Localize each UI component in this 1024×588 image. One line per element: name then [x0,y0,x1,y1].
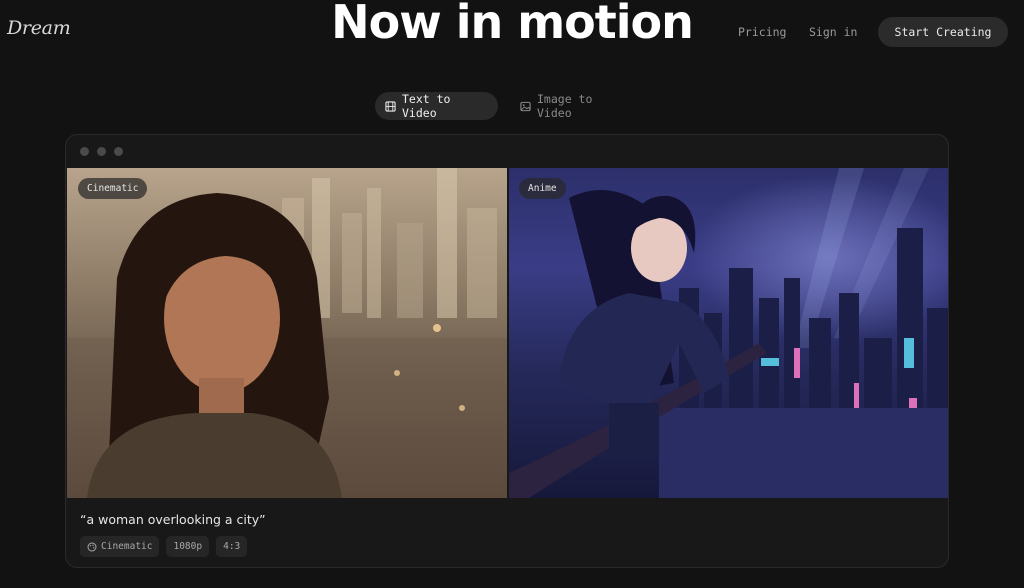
showcase-card: Cinematic Anime “a woman overlooking a c… [65,134,949,568]
image-icon [520,101,531,111]
window-dot [114,147,123,156]
style-tag: Cinematic [78,178,148,199]
hero-title: Now in motion [331,0,694,49]
chip-label: 1080p [173,541,203,552]
window-dot [80,147,89,156]
nav-pricing-link[interactable]: Pricing [738,25,786,39]
cinematic-scene-illustration [67,168,507,498]
window-dot [97,147,106,156]
chip-label: Cinematic [101,541,153,552]
tab-label: Image to Video [537,92,593,120]
nav-sign-in-link[interactable]: Sign in [809,25,857,39]
palette-icon [87,542,97,551]
settings-chips: Cinematic 1080p 4:3 [80,536,248,557]
prompt-text: “a woman overlooking a city” [80,512,266,527]
anime-preview-image[interactable]: Anime [509,168,948,498]
window-dots [80,147,123,156]
chip-style: Cinematic [80,536,160,557]
start-creating-button[interactable]: Start Creating [878,17,1008,47]
cinematic-preview-image[interactable]: Cinematic [67,168,507,498]
tab-text-to-video[interactable]: Text to Video [375,92,498,120]
chip-label: 4:3 [223,541,241,552]
tab-label: Text to Video [402,92,451,120]
anime-scene-illustration [509,168,948,498]
chip-aspect-ratio: 4:3 [216,536,248,557]
style-tag: Anime [519,178,566,199]
tab-image-to-video[interactable]: Image to Video [510,92,640,120]
film-icon [385,100,396,112]
chip-resolution: 1080p [166,536,210,557]
